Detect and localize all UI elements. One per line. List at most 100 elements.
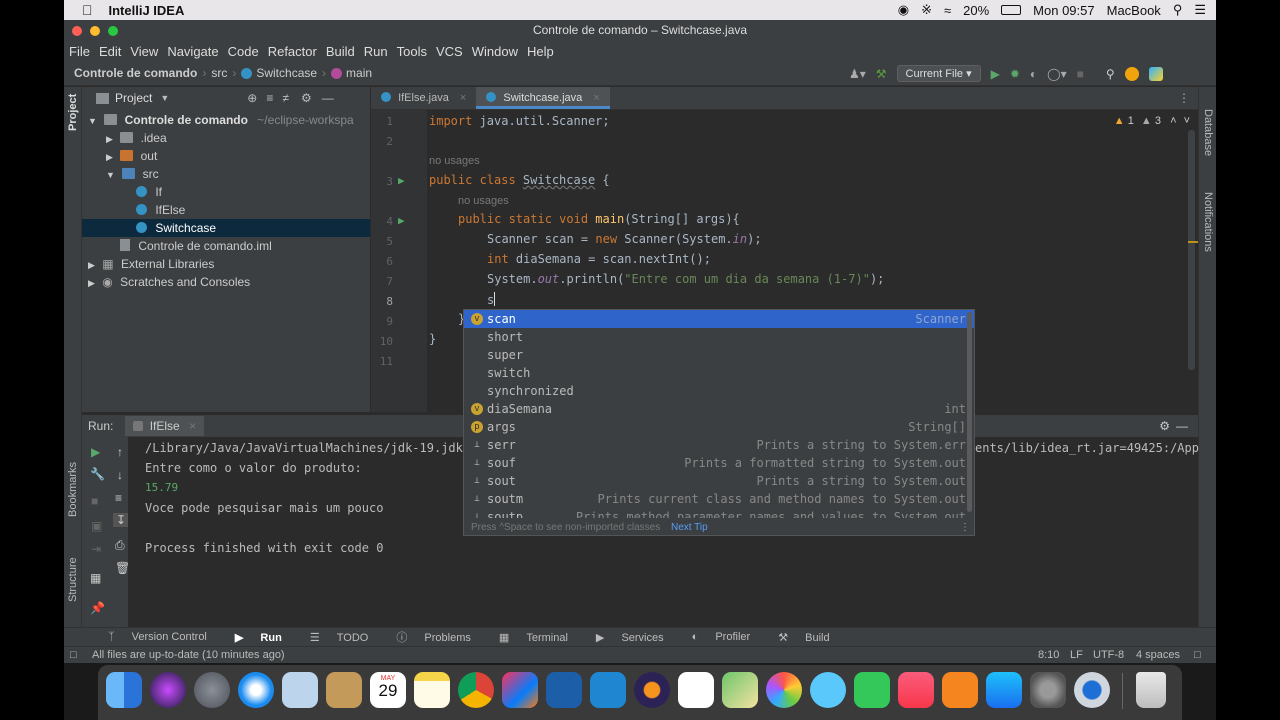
close-window-button[interactable]: [72, 26, 82, 36]
editor-scrollbar[interactable]: [1188, 130, 1195, 370]
completion-item[interactable]: ⊥ soutp Prints method parameter names an…: [464, 508, 974, 518]
menu-help[interactable]: Help: [527, 44, 554, 59]
search-icon[interactable]: ⚲: [1106, 67, 1115, 81]
user-icon[interactable]: ♟▾: [849, 67, 866, 81]
profile-icon[interactable]: ◯▾: [1047, 67, 1066, 81]
more-tabs-icon[interactable]: ⋮: [1178, 91, 1190, 105]
completion-item[interactable]: v diaSemana int: [464, 400, 974, 418]
caret-position[interactable]: 8:10: [1038, 647, 1059, 663]
clock[interactable]: Mon 09:57: [1033, 3, 1094, 18]
menu-run[interactable]: Run: [364, 44, 388, 59]
finder-icon[interactable]: [106, 672, 142, 708]
tree-item-switchcase[interactable]: Switchcase: [82, 219, 370, 237]
gear-icon[interactable]: ⚙: [1159, 419, 1170, 433]
intellij-icon[interactable]: [502, 672, 538, 708]
plugins-icon[interactable]: [1148, 66, 1163, 81]
exit-icon[interactable]: ⇥: [91, 542, 101, 556]
stripe-notifications[interactable]: Notifications: [1202, 192, 1214, 252]
wifi-icon[interactable]: ≈: [944, 3, 951, 18]
tab-services[interactable]: ▶ Services: [582, 631, 664, 644]
menu-edit[interactable]: Edit: [99, 44, 121, 59]
tree-item-ifelse[interactable]: IfElse: [136, 201, 185, 219]
scroll-end-icon[interactable]: ↧: [113, 513, 130, 527]
more-icon[interactable]: ⋮: [960, 518, 970, 535]
tree-item-external-libraries[interactable]: ▶ ▦ External Libraries: [88, 255, 214, 273]
launchpad-icon[interactable]: [194, 672, 230, 708]
bluetooth-icon[interactable]: ※: [921, 2, 932, 18]
pin-icon[interactable]: 📌: [90, 601, 105, 615]
menu-vcs[interactable]: VCS: [436, 44, 463, 59]
run-config-select[interactable]: Current File ▾: [896, 65, 981, 82]
close-tab-icon[interactable]: ×: [189, 419, 196, 433]
breadcrumb-src[interactable]: src: [211, 66, 227, 80]
breadcrumb-file[interactable]: Switchcase: [256, 66, 317, 80]
reminders-icon[interactable]: [678, 672, 714, 708]
tree-root[interactable]: ▼ Controle de comando ~/eclipse-workspa: [88, 111, 354, 129]
chevron-down-icon[interactable]: ˅: [1184, 115, 1190, 127]
tab-problems[interactable]: ⓘ Problems: [382, 629, 471, 645]
safari-icon[interactable]: [238, 672, 274, 708]
tab-todo[interactable]: ☰ TODO: [296, 631, 369, 644]
next-tip-link[interactable]: Next Tip: [671, 522, 708, 533]
battery-percent[interactable]: 20%: [963, 3, 989, 18]
virtualbox-icon[interactable]: [546, 672, 582, 708]
close-tab-icon[interactable]: ×: [593, 92, 599, 104]
tab-build[interactable]: ⚒ Build: [764, 631, 829, 644]
tab-profiler[interactable]: ◐ Profiler: [678, 631, 751, 643]
inspection-widget[interactable]: ▲ 1 ▲ 3 ˄ ˅: [1114, 115, 1190, 127]
tree-item-out[interactable]: ▶ out: [106, 147, 157, 165]
chevron-down-icon[interactable]: ▼: [160, 93, 169, 103]
hide-icon[interactable]: —: [322, 91, 334, 105]
line-separator[interactable]: LF: [1070, 647, 1083, 663]
menu-navigate[interactable]: Navigate: [167, 44, 218, 59]
print-icon[interactable]: ⎙: [115, 538, 125, 553]
stop-icon[interactable]: ■: [1077, 67, 1084, 81]
spotlight-icon[interactable]: ⚲: [1173, 2, 1183, 18]
layout-icon[interactable]: □: [70, 647, 77, 663]
coverage-icon[interactable]: ◐: [1030, 67, 1037, 81]
tree-item-src[interactable]: ▼ src: [106, 165, 159, 183]
file-encoding[interactable]: UTF-8: [1093, 647, 1124, 663]
tab-run[interactable]: ▶ Run: [221, 631, 282, 644]
completion-item[interactable]: short: [464, 328, 974, 346]
notes-icon[interactable]: [414, 672, 450, 708]
preview-icon[interactable]: [282, 672, 318, 708]
completion-item[interactable]: ⊥ soutm Prints current class and method …: [464, 490, 974, 508]
music-icon[interactable]: [898, 672, 934, 708]
trash-icon[interactable]: [1136, 672, 1166, 708]
build-hammer-icon[interactable]: ⚒: [876, 67, 887, 81]
tree-item-iml[interactable]: Controle de comando.iml: [120, 237, 272, 255]
expand-all-icon[interactable]: ≡: [266, 91, 273, 105]
project-view-select[interactable]: Project: [115, 91, 152, 105]
completion-item[interactable]: synchronized: [464, 382, 974, 400]
vscode-icon[interactable]: [590, 672, 626, 708]
collapse-all-icon[interactable]: ≠: [282, 91, 289, 105]
messages-icon[interactable]: [810, 672, 846, 708]
menu-file[interactable]: File: [69, 44, 90, 59]
breadcrumb-method[interactable]: main: [346, 66, 372, 80]
layout-icon[interactable]: ▦: [90, 571, 101, 585]
run-icon[interactable]: ▶: [991, 67, 1000, 81]
hide-icon[interactable]: —: [1176, 419, 1188, 433]
warning-marker[interactable]: [1188, 241, 1198, 243]
mac-app-name[interactable]: IntelliJ IDEA: [109, 3, 185, 18]
completion-item[interactable]: ⊥ sout Prints a string to System.out: [464, 472, 974, 490]
soft-wrap-icon[interactable]: ≡: [115, 491, 122, 505]
control-center-icon[interactable]: ☰: [1194, 2, 1206, 18]
stripe-database[interactable]: Database: [1202, 109, 1214, 156]
arrow-down-icon[interactable]: ↓: [117, 468, 123, 482]
completion-item[interactable]: ⊥ serr Prints a string to System.err: [464, 436, 974, 454]
completion-item[interactable]: ⊥ souf Prints a formatted string to Syst…: [464, 454, 974, 472]
record-icon[interactable]: ◉: [898, 2, 909, 18]
tree-item-scratches[interactable]: ▶ ◉ Scratches and Consoles: [88, 273, 250, 291]
host-name[interactable]: MacBook: [1107, 3, 1161, 18]
tab-switchcase[interactable]: Switchcase.java ×: [476, 87, 610, 109]
contacts-icon[interactable]: [326, 672, 362, 708]
rerun-icon[interactable]: ▶: [91, 445, 100, 459]
eclipse-icon[interactable]: [634, 672, 670, 708]
completion-item[interactable]: v scan Scanner: [464, 310, 974, 328]
chrome-icon[interactable]: [458, 672, 494, 708]
usages-hint[interactable]: no usages: [458, 195, 509, 207]
completion-item[interactable]: p args String[]: [464, 418, 974, 436]
menu-window[interactable]: Window: [472, 44, 518, 59]
